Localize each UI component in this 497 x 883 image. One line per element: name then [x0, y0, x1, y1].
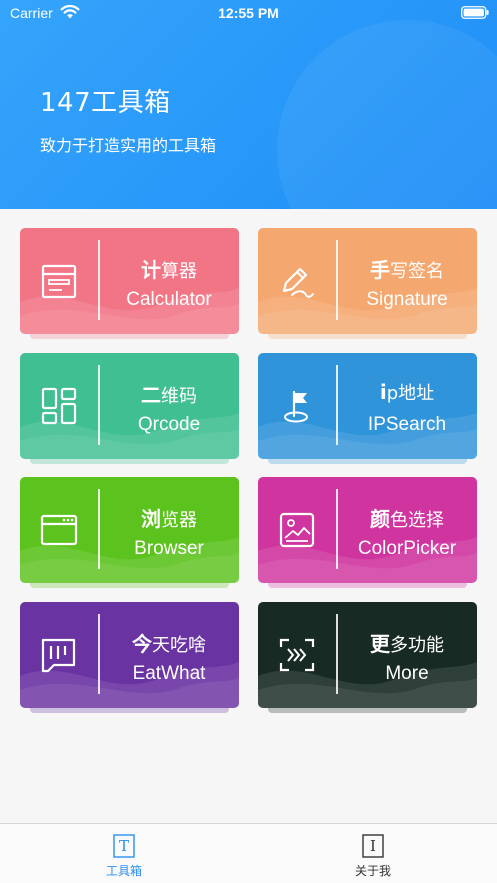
- status-bar: Carrier 12:55 PM: [0, 0, 497, 28]
- tool-label-en: Qrcode: [137, 414, 201, 435]
- tool-label-cn: 颜色选择: [370, 507, 444, 531]
- scan-more-icon: [279, 638, 315, 672]
- about-tab-icon: I: [362, 834, 384, 858]
- calculator-icon: [41, 264, 77, 299]
- battery-icon: [461, 6, 489, 19]
- tool-card-qrcode[interactable]: 二维码 Qrcode: [20, 353, 239, 459]
- tool-label-en: IPSearch: [367, 414, 447, 435]
- tool-label-cn: ip地址: [379, 380, 435, 404]
- tab-label: 关于我: [354, 864, 391, 878]
- pen-icon: [282, 267, 314, 298]
- tool-card-browser[interactable]: 浏览器 Browser: [20, 477, 239, 583]
- menu-list-icon: [41, 638, 76, 673]
- svg-text:T: T: [119, 837, 129, 855]
- tab-toolbox[interactable]: T 工具箱: [0, 824, 248, 883]
- image-picture-icon: [279, 512, 315, 548]
- tool-label-cn: 二维码: [141, 383, 197, 407]
- tool-card-colorpicker[interactable]: 颜色选择 ColorPicker: [258, 477, 477, 583]
- tab-label: 工具箱: [105, 864, 142, 878]
- tool-label-en: EatWhat: [132, 663, 206, 684]
- tool-label-cn: 手写签名: [370, 258, 444, 282]
- tool-label-en: More: [385, 663, 429, 684]
- tool-label-cn: 今天吃啥: [132, 632, 206, 656]
- tab-bar: T 工具箱 I 关于我: [0, 823, 497, 883]
- tab-about[interactable]: I 关于我: [249, 824, 497, 883]
- browser-window-icon: [40, 514, 78, 546]
- qrcode-icon: [41, 387, 77, 425]
- header-banner: Carrier 12:55 PM 147工具箱 致力于打造实用的工具箱: [0, 0, 497, 209]
- status-time: 12:55 PM: [218, 5, 279, 21]
- tool-card-calculator[interactable]: 计算器 Calculator: [20, 228, 239, 334]
- tool-card-ipsearch[interactable]: ip地址 IPSearch: [258, 353, 477, 459]
- tool-label-en: Signature: [366, 289, 448, 310]
- tool-card-signature[interactable]: 手写签名 Signature: [258, 228, 477, 334]
- app-subtitle: 致力于打造实用的工具箱: [40, 136, 217, 155]
- tool-label-en: ColorPicker: [357, 538, 457, 559]
- location-flag-icon: [284, 390, 308, 423]
- app-title: 147工具箱: [40, 88, 171, 118]
- tool-label-cn: 计算器: [141, 258, 197, 282]
- toolbox-tab-icon: T: [113, 834, 135, 858]
- tool-card-eatwhat[interactable]: 今天吃啥 EatWhat: [20, 602, 239, 708]
- tool-label-en: Calculator: [126, 289, 212, 310]
- tool-label-cn: 更多功能: [370, 632, 444, 656]
- tool-card-more[interactable]: 更多功能 More: [258, 602, 477, 708]
- tool-label-en: Browser: [134, 538, 204, 559]
- svg-text:I: I: [370, 837, 376, 855]
- tool-label-cn: 浏览器: [141, 507, 197, 531]
